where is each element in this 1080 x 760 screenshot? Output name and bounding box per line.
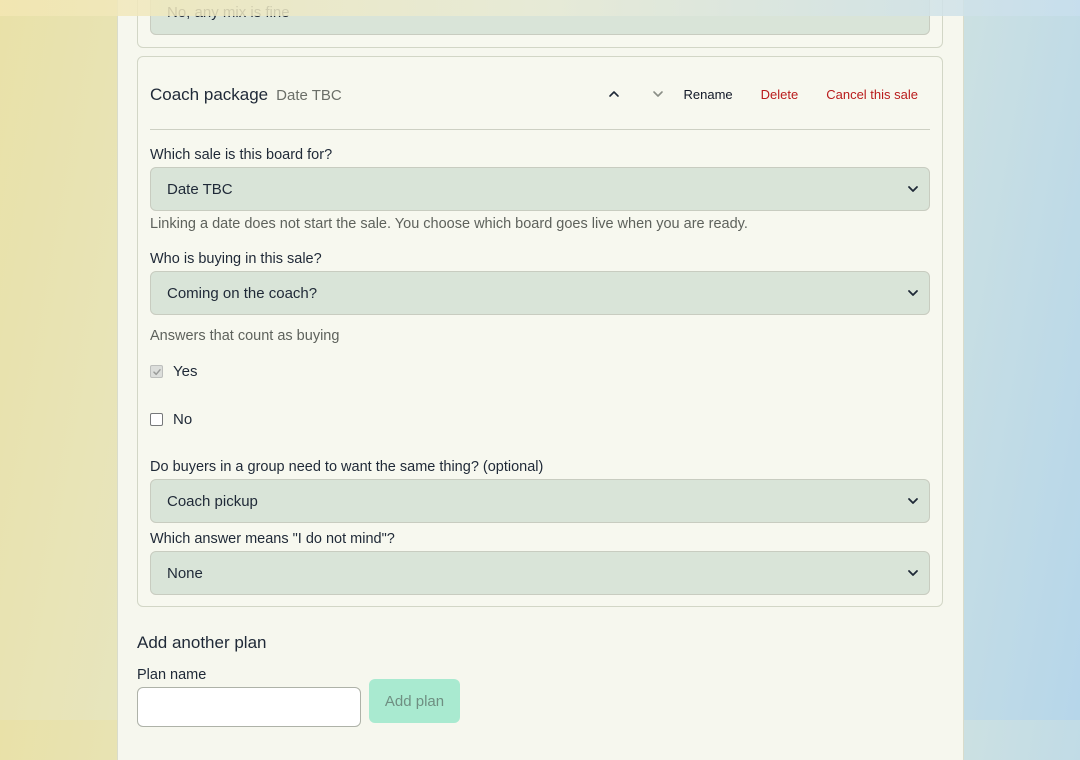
answer-yes-row: Yes (150, 363, 197, 380)
chevron-down-icon (908, 186, 918, 192)
buying-label: Who is buying in this sale? (150, 251, 322, 267)
plan-header: Coach package Date TBC (150, 85, 342, 105)
chevron-down-icon (652, 91, 663, 97)
plan-name-label: Plan name (137, 667, 207, 683)
buying-select[interactable]: Coming on the coach? (150, 271, 930, 315)
dont-mind-label: Which answer means "I do not mind"? (150, 531, 395, 547)
same-thing-select-value: Coach pickup (167, 492, 258, 510)
plan-title: Coach package (150, 85, 269, 104)
buying-select-value: Coming on the coach? (167, 284, 318, 302)
answers-label: Answers that count as buying (150, 328, 340, 344)
checkmark-icon (152, 368, 161, 375)
sale-label: Which sale is this board for? (150, 147, 333, 163)
plan-actions: Rename Delete Cancel this sale (603, 83, 918, 105)
answer-yes-checkbox[interactable] (150, 365, 163, 378)
chevron-down-icon (908, 498, 918, 504)
top-bar (0, 0, 1080, 16)
answer-no-label: No (173, 411, 193, 428)
same-thing-select[interactable]: Coach pickup (150, 479, 930, 523)
dont-mind-select[interactable]: None (150, 551, 930, 595)
header-divider (150, 129, 930, 130)
chevron-down-icon (908, 570, 918, 576)
sale-select[interactable]: Date TBC (150, 167, 930, 211)
move-up-button[interactable] (603, 83, 625, 105)
cancel-sale-button[interactable]: Cancel this sale (826, 87, 918, 102)
sale-select-value: Date TBC (167, 180, 233, 198)
answer-no-row: No (150, 411, 192, 428)
plan-name-input[interactable] (137, 687, 361, 727)
chevron-down-icon (908, 290, 918, 296)
move-down-button[interactable] (647, 83, 669, 105)
same-thing-label: Do buyers in a group need to want the sa… (150, 459, 544, 475)
plan-date: Date TBC (276, 87, 342, 104)
answer-yes-label: Yes (173, 363, 198, 380)
sale-help-text: Linking a date does not start the sale. … (150, 216, 748, 232)
dont-mind-select-value: None (167, 564, 203, 582)
add-plan-button[interactable]: Add plan (369, 679, 460, 723)
plan-card: Coach package Date TBC Rename Delete Can… (137, 56, 943, 607)
delete-button[interactable]: Delete (761, 87, 799, 102)
chevron-up-icon (608, 91, 619, 97)
answer-no-checkbox[interactable] (150, 413, 163, 426)
add-plan-title: Add another plan (137, 633, 267, 652)
rename-button[interactable]: Rename (684, 87, 733, 102)
